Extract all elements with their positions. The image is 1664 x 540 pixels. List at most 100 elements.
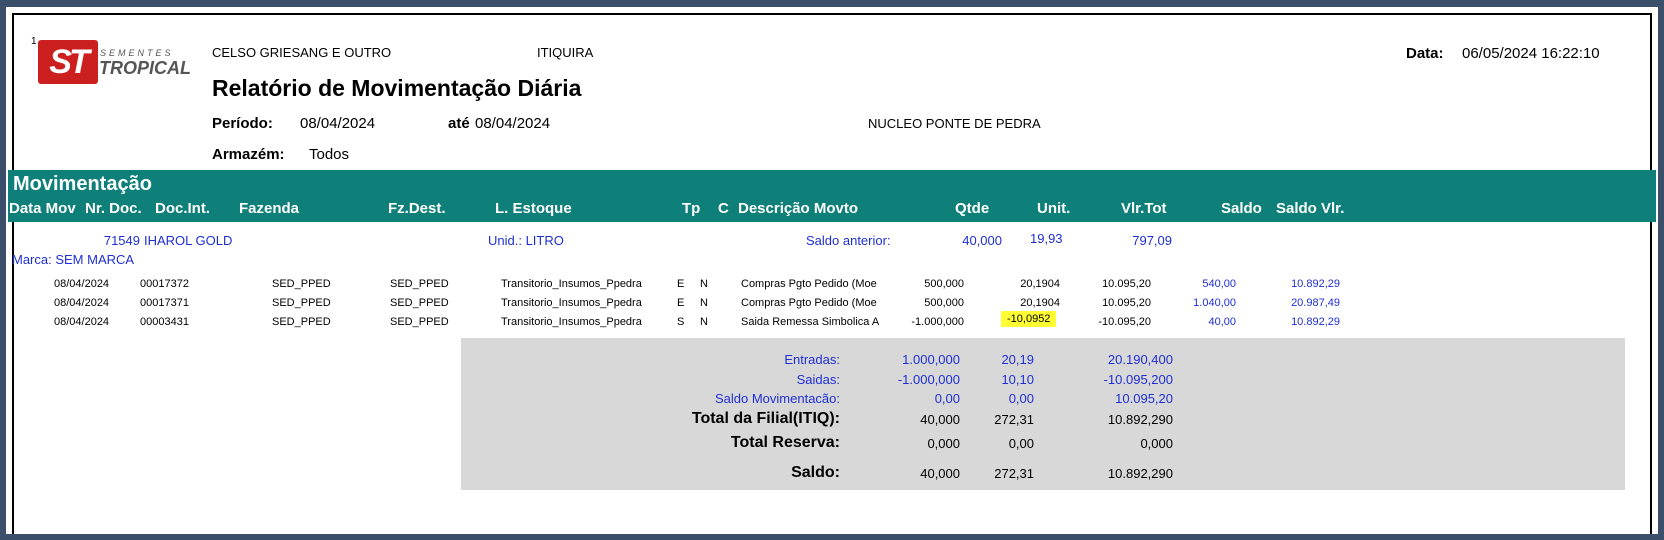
summary-total: 0,000 [1140,436,1173,451]
cell-unit: 20,1904 [1020,297,1060,309]
col-header: Doc.Int. [155,200,210,217]
highlighted-unit-cell: -10,0952 [1001,311,1057,327]
cell-saldovlr: 20.987,49 [1291,297,1340,309]
cell-fzdest: SED_PPED [390,297,449,309]
product-unit: Unid.: LITRO [488,233,564,248]
col-header: Saldo Vlr. [1276,200,1345,217]
cell-desc: Compras Pgto Pedido (Moe [741,278,877,290]
col-header: Fazenda [239,200,300,217]
cell-c: N [700,278,708,290]
summary-unit: 0,00 [1008,391,1034,406]
cell-unit: 20,1904 [1020,278,1060,290]
summary-qty: 40,000 [920,466,960,481]
summary-label: Saldo Movimentacão: [714,391,840,406]
summary-unit: 272,31 [994,466,1034,481]
col-header: Saldo [1221,200,1262,217]
cell-fazenda: SED_PPED [272,278,331,290]
summary-unit: 20,19 [1001,352,1034,367]
summary-total: -10.095,200 [1103,372,1173,387]
cell-fazenda: SED_PPED [272,297,331,309]
summary-qty: -1.000,000 [897,372,960,387]
product-name: IHAROL GOLD [144,233,233,248]
col-header: Tp [682,200,701,217]
cell-vlrtot: 10.095,20 [1102,278,1151,290]
summary-label: Total Reserva: [730,434,840,451]
cell-c: N [700,297,708,309]
cell-tp: S [677,316,685,328]
summary-label: Saidas: [796,372,840,387]
logo-marker: 1 [31,36,37,47]
col-header: Nr. Doc. [85,200,142,217]
cell-qtde: -1.000,000 [911,316,964,328]
cell-saldo: 40,00 [1208,316,1236,328]
cell-doc: 00017372 [140,278,189,290]
cell-saldovlr: 10.892,29 [1291,316,1340,328]
cell-fazenda: SED_PPED [272,316,331,328]
previous-total: 797,09 [1132,233,1172,248]
summary-total: 10.892,290 [1107,412,1173,427]
summary-unit: 0,00 [1008,436,1034,451]
col-header: Unit. [1037,200,1071,217]
summary-label: Total da Filial(ITIQ): [691,410,840,427]
summary-label: Saldo: [791,464,840,481]
col-header: C [718,200,729,217]
cell-date: 08/04/2024 [54,316,110,328]
section-title: Movimentação [13,173,152,195]
report-title: Relatório de Movimentação Diária [212,75,582,101]
cell-doc: 00003431 [140,316,189,328]
warehouse-value: Todos [309,146,350,163]
cell-saldo: 540,00 [1202,278,1236,290]
cell-vlrtot: -10.095,20 [1098,316,1151,328]
company-logo: ST [38,40,98,84]
cell-saldovlr: 10.892,29 [1291,278,1340,290]
summary-total: 20.190,400 [1107,352,1173,367]
cell-qtde: 500,000 [924,278,964,290]
cell-unit: -10,0952 [1001,311,1057,327]
period-start: 08/04/2024 [300,115,376,132]
summary-qty: 0,00 [934,391,960,406]
previous-balance-label: Saldo anterior: [806,233,891,248]
col-header: Qtde [955,200,990,217]
warehouse-label: Armazém: [212,146,285,163]
cell-estoque: Transitorio_Insumos_Ppedra [501,278,642,290]
cell-estoque: Transitorio_Insumos_Ppedra [501,297,642,309]
summary-total: 10.095,20 [1115,391,1173,406]
previous-unit: 19,93 [1030,231,1063,246]
cell-desc: Saida Remessa Simbolica A [741,316,880,328]
cell-c: N [700,316,708,328]
col-header: Vlr.Tot [1121,200,1167,217]
col-header: Descrição Movto [738,200,859,217]
summary-total: 10.892,290 [1107,466,1173,481]
cell-tp: E [677,297,685,309]
cell-tp: E [677,278,685,290]
logo-subtitle: SEMENTES [100,48,174,58]
cell-doc: 00017371 [140,297,189,309]
col-header: Data Mov [9,200,76,217]
cell-date: 08/04/2024 [54,297,110,309]
col-header: Fz.Dest. [388,200,446,217]
previous-qty: 40,000 [962,233,1002,248]
summary-unit: 272,31 [994,412,1034,427]
until-label: até [448,115,470,132]
cell-saldo: 1.040,00 [1193,297,1236,309]
nucleo-name: NUCLEO PONTE DE PEDRA [868,116,1041,131]
product-brand: Marca: SEM MARCA [12,252,135,267]
date-label: Data: [1406,45,1444,62]
summary-qty: 40,000 [920,412,960,427]
cell-estoque: Transitorio_Insumos_Ppedra [501,316,642,328]
summary-unit: 10,10 [1001,372,1034,387]
cell-vlrtot: 10.095,20 [1102,297,1151,309]
section-header-band: Movimentação Data Mov Nr. Doc. Doc.Int. … [8,170,1656,222]
period-end: 08/04/2024 [475,115,551,132]
col-header: L. Estoque [495,200,572,217]
cell-date: 08/04/2024 [54,278,110,290]
city-name: ITIQUIRA [537,45,594,60]
date-value: 06/05/2024 16:22:10 [1462,45,1600,62]
cell-desc: Compras Pgto Pedido (Moe [741,297,877,309]
summary-label: Entradas: [784,352,840,367]
product-code: 71549 [103,233,140,248]
summary-qty: 0,000 [927,436,960,451]
cell-fzdest: SED_PPED [390,278,449,290]
period-label: Período: [212,115,273,132]
company-name: CELSO GRIESANG E OUTRO [212,45,392,60]
